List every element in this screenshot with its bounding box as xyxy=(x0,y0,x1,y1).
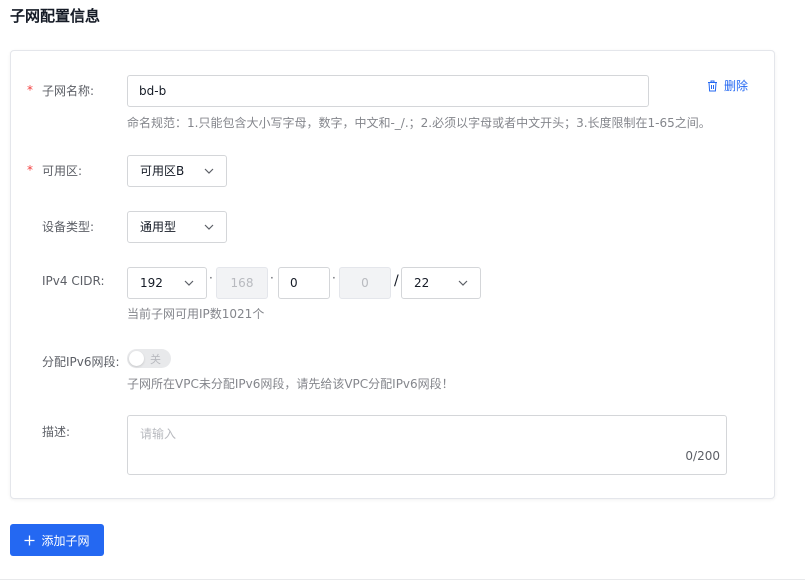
cidr-dot-separator: · xyxy=(209,271,213,285)
ipv4-cidr-label: IPv4 CIDR: xyxy=(42,274,105,288)
cidr-dot-separator: · xyxy=(270,271,274,285)
add-subnet-label: 添加子网 xyxy=(41,533,90,548)
cidr-octet2-input: 168 xyxy=(216,267,268,299)
description-label: 描述: xyxy=(42,425,71,439)
ipv6-hint: 子网所在VPC未分配IPv6网段，请先给该VPC分配IPv6网段！ xyxy=(127,377,454,391)
delete-label: 删除 xyxy=(724,79,749,93)
cidr-octet1-select[interactable]: 192 xyxy=(127,267,207,299)
description-counter: 0/200 xyxy=(685,449,720,463)
cidr-slash-separator: / xyxy=(394,273,399,289)
cidr-hint: 当前子网可用IP数1021个 xyxy=(127,307,265,321)
device-type-select[interactable]: 通用型 xyxy=(127,211,227,243)
chevron-down-icon xyxy=(184,280,194,286)
ipv6-label: 分配IPv6网段: xyxy=(42,355,120,369)
switch-text: 关 xyxy=(150,353,161,366)
required-mark: * xyxy=(27,83,33,97)
chevron-down-icon xyxy=(204,224,214,230)
subnet-name-label: 子网名称: xyxy=(42,84,95,98)
add-subnet-button[interactable]: 添加子网 xyxy=(10,524,104,556)
device-type-label: 设备类型: xyxy=(42,220,95,234)
cidr-octet3-input[interactable]: 0 xyxy=(278,267,330,299)
zone-label: 可用区: xyxy=(42,164,83,178)
zone-selected-value: 可用区B xyxy=(140,164,185,178)
delete-button[interactable]: 删除 xyxy=(707,77,748,94)
page-title: 子网配置信息 xyxy=(10,7,101,25)
chevron-down-icon xyxy=(204,168,214,174)
cidr-mask-value: 22 xyxy=(414,276,430,290)
subnet-name-input[interactable]: bd-b xyxy=(127,75,649,107)
description-textarea[interactable]: 请输入 0/200 xyxy=(127,415,727,475)
plus-icon xyxy=(24,535,35,545)
cidr-dot-separator: · xyxy=(332,271,336,285)
cidr-octet1-value: 192 xyxy=(140,276,163,290)
description-placeholder: 请输入 xyxy=(140,427,177,441)
device-type-selected-value: 通用型 xyxy=(140,220,177,234)
chevron-down-icon xyxy=(458,280,468,286)
trash-icon xyxy=(708,80,717,91)
cidr-octet4-input: 0 xyxy=(339,267,391,299)
zone-select[interactable]: 可用区B xyxy=(127,155,227,187)
cidr-mask-select[interactable]: 22 xyxy=(401,267,481,299)
divider xyxy=(0,579,805,580)
switch-knob xyxy=(129,351,144,366)
ipv6-switch[interactable]: 关 xyxy=(127,349,171,368)
required-mark: * xyxy=(27,163,33,177)
subnet-name-hint: 命名规范：1.只能包含大小写字母，数字，中文和-_/.；2.必须以字母或者中文开… xyxy=(127,116,711,130)
